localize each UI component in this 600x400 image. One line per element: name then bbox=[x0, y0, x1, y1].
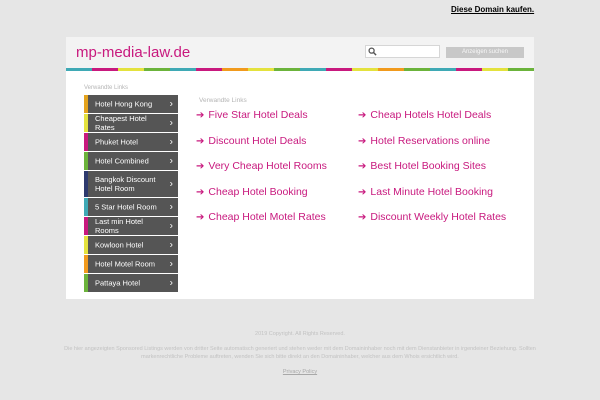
stripe-segment bbox=[352, 68, 378, 71]
related-link[interactable]: ➔ Cheap Hotel Motel Rates bbox=[196, 211, 326, 223]
arrow-right-icon: ➔ bbox=[196, 110, 205, 121]
related-link-label: Cheap Hotels Hotel Deals bbox=[370, 109, 492, 121]
chevron-right-icon: › bbox=[169, 201, 173, 213]
related-link-label: Last Minute Hotel Booking bbox=[370, 185, 493, 198]
chevron-right-icon: › bbox=[169, 258, 173, 270]
sidebar-item[interactable]: Pattaya Hotel › bbox=[84, 274, 178, 292]
chevron-right-icon: › bbox=[169, 220, 173, 232]
sidebar-item-label: Pattaya Hotel bbox=[95, 278, 141, 288]
main-heading: Verwandte Links bbox=[199, 97, 247, 104]
chevron-right-icon: › bbox=[169, 178, 173, 190]
sidebar-item[interactable]: Last min Hotel Rooms › bbox=[84, 217, 178, 235]
search-icon bbox=[368, 47, 377, 56]
arrow-right-icon: ➔ bbox=[196, 186, 205, 198]
stripe-segment bbox=[456, 68, 482, 71]
search-button[interactable]: Anzeigen suchen bbox=[446, 47, 524, 58]
sidebar-item-label: Hotel Motel Room bbox=[95, 259, 156, 269]
sidebar-item[interactable]: Hotel Motel Room › bbox=[84, 255, 178, 273]
related-link-label: Cheap Hotel Booking bbox=[208, 185, 308, 198]
chevron-right-icon: › bbox=[169, 136, 173, 148]
chevron-right-icon: › bbox=[169, 98, 173, 110]
content-panel: mp-media-law.de Anzeigen suchen Verwandt… bbox=[66, 37, 534, 299]
sidebar-item[interactable]: Hotel Hong Kong › bbox=[84, 95, 178, 113]
sidebar-item-label: 5 Star Hotel Room bbox=[95, 202, 157, 212]
arrow-right-icon: ➔ bbox=[358, 212, 367, 223]
arrow-right-icon: ➔ bbox=[358, 161, 367, 172]
stripe-segment bbox=[378, 68, 404, 71]
stripe-segment bbox=[196, 68, 222, 71]
chevron-right-icon: › bbox=[169, 117, 173, 129]
related-link[interactable]: ➔ Hotel Reservations online bbox=[358, 135, 490, 147]
site-title: mp-media-law.de bbox=[76, 44, 191, 61]
related-link[interactable]: ➔ Very Cheap Hotel Rooms bbox=[196, 160, 327, 172]
chevron-right-icon: › bbox=[169, 239, 173, 251]
related-link-label: Discount Hotel Deals bbox=[208, 134, 307, 147]
stripe-segment bbox=[92, 68, 118, 71]
arrow-right-icon: ➔ bbox=[196, 212, 205, 223]
stripe-segment bbox=[404, 68, 430, 71]
sidebar-item[interactable]: Kowloon Hotel › bbox=[84, 236, 178, 254]
sidebar-list: Hotel Hong Kong › Cheapest Hotel Rates › Phu… bbox=[84, 95, 178, 293]
arrow-right-icon: ➔ bbox=[358, 135, 367, 147]
related-link-label: Best Hotel Booking Sites bbox=[370, 160, 486, 172]
related-link[interactable]: ➔ Discount Weekly Hotel Rates bbox=[358, 211, 506, 223]
arrow-right-icon: ➔ bbox=[196, 161, 205, 172]
color-stripe bbox=[66, 68, 534, 71]
sidebar-item-label: Last min Hotel Rooms bbox=[95, 217, 143, 235]
sidebar-item-label: Kowloon Hotel bbox=[95, 240, 144, 250]
copyright: 2019 Copyright. All Rights Reserved. bbox=[255, 331, 345, 337]
sidebar-item-label: Bangkok Discount Hotel Room bbox=[95, 175, 156, 193]
disclaimer: Die hier angezeigten Sponsored Listings … bbox=[64, 346, 536, 360]
sidebar-item-label: Hotel Hong Kong bbox=[95, 99, 153, 109]
stripe-segment bbox=[274, 68, 300, 71]
related-link-label: Very Cheap Hotel Rooms bbox=[208, 160, 327, 172]
related-link[interactable]: ➔ Cheap Hotel Booking bbox=[196, 186, 308, 198]
arrow-right-icon: ➔ bbox=[358, 110, 367, 121]
sidebar-item[interactable]: Bangkok Discount Hotel Room › bbox=[84, 171, 178, 197]
sidebar-item[interactable]: 5 Star Hotel Room › bbox=[84, 198, 178, 216]
related-link-label: Five Star Hotel Deals bbox=[208, 109, 308, 121]
stripe-segment bbox=[430, 68, 456, 71]
sidebar-heading: Verwandte Links bbox=[84, 85, 129, 91]
privacy-policy-link[interactable]: Privacy Policy bbox=[0, 369, 600, 375]
stripe-segment bbox=[248, 68, 274, 71]
stripe-segment bbox=[66, 68, 92, 71]
related-link-label: Cheap Hotel Motel Rates bbox=[208, 211, 326, 223]
buy-domain-link[interactable]: Diese Domain kaufen. bbox=[451, 5, 534, 14]
stripe-segment bbox=[482, 68, 508, 71]
sidebar-item[interactable]: Hotel Combined › bbox=[84, 152, 178, 170]
arrow-right-icon: ➔ bbox=[196, 135, 205, 147]
header-bar: mp-media-law.de Anzeigen suchen bbox=[66, 37, 534, 68]
sidebar-item-label: Phuket Hotel bbox=[95, 137, 138, 147]
related-link-label: Hotel Reservations online bbox=[370, 134, 491, 147]
sidebar-item-label: Cheapest Hotel Rates bbox=[95, 114, 147, 132]
related-link[interactable]: ➔ Last Minute Hotel Booking bbox=[358, 186, 493, 198]
stripe-segment bbox=[118, 68, 144, 71]
search-input[interactable] bbox=[365, 45, 440, 58]
sidebar-item-label: Hotel Combined bbox=[95, 156, 149, 166]
stripe-segment bbox=[170, 68, 196, 71]
stripe-segment bbox=[326, 68, 352, 71]
chevron-right-icon: › bbox=[169, 277, 173, 289]
sidebar-item[interactable]: Phuket Hotel › bbox=[84, 133, 178, 151]
related-link[interactable]: ➔ Discount Hotel Deals bbox=[196, 135, 306, 147]
related-link[interactable]: ➔ Five Star Hotel Deals bbox=[196, 109, 308, 121]
related-link[interactable]: ➔ Cheap Hotels Hotel Deals bbox=[358, 109, 491, 121]
stripe-segment bbox=[508, 68, 534, 71]
chevron-right-icon: › bbox=[169, 155, 173, 167]
sidebar-item[interactable]: Cheapest Hotel Rates › bbox=[84, 114, 178, 132]
stripe-segment bbox=[144, 68, 170, 71]
related-link-label: Discount Weekly Hotel Rates bbox=[370, 211, 507, 223]
stripe-segment bbox=[222, 68, 248, 71]
stripe-segment bbox=[300, 68, 326, 71]
arrow-right-icon: ➔ bbox=[358, 186, 367, 198]
related-link[interactable]: ➔ Best Hotel Booking Sites bbox=[358, 160, 486, 172]
